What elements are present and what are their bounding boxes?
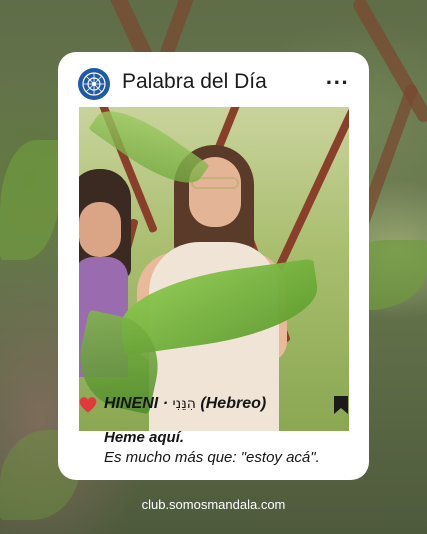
more-options-button[interactable]: ... [325,70,349,88]
mandala-logo-icon [78,68,110,100]
meaning-text: Es mucho más que: "estoy acá". [104,449,320,466]
card-header: Palabra del Día ... [58,52,369,108]
background-leaf [0,140,60,260]
person-left-face [79,202,121,257]
word-name: HINENI [104,395,159,412]
footer-url[interactable]: club.somosmandala.com [0,497,427,512]
meaning-title: Heme aquí. [104,429,185,446]
word-language: (Hebreo) [200,395,267,412]
card-title: Palabra del Día [122,70,267,93]
bookmark-icon[interactable] [333,395,349,415]
post-photo [79,107,349,431]
word-line: HINENI · הִנֵּנִי (Hebreo) [104,395,266,413]
post-card: Palabra del Día ... HINENI · הִנֵּנִי (H… [58,52,369,480]
word-hebrew: הִנֵּנִי [172,396,196,412]
heart-icon[interactable] [78,395,98,415]
word-separator: · [162,395,169,412]
